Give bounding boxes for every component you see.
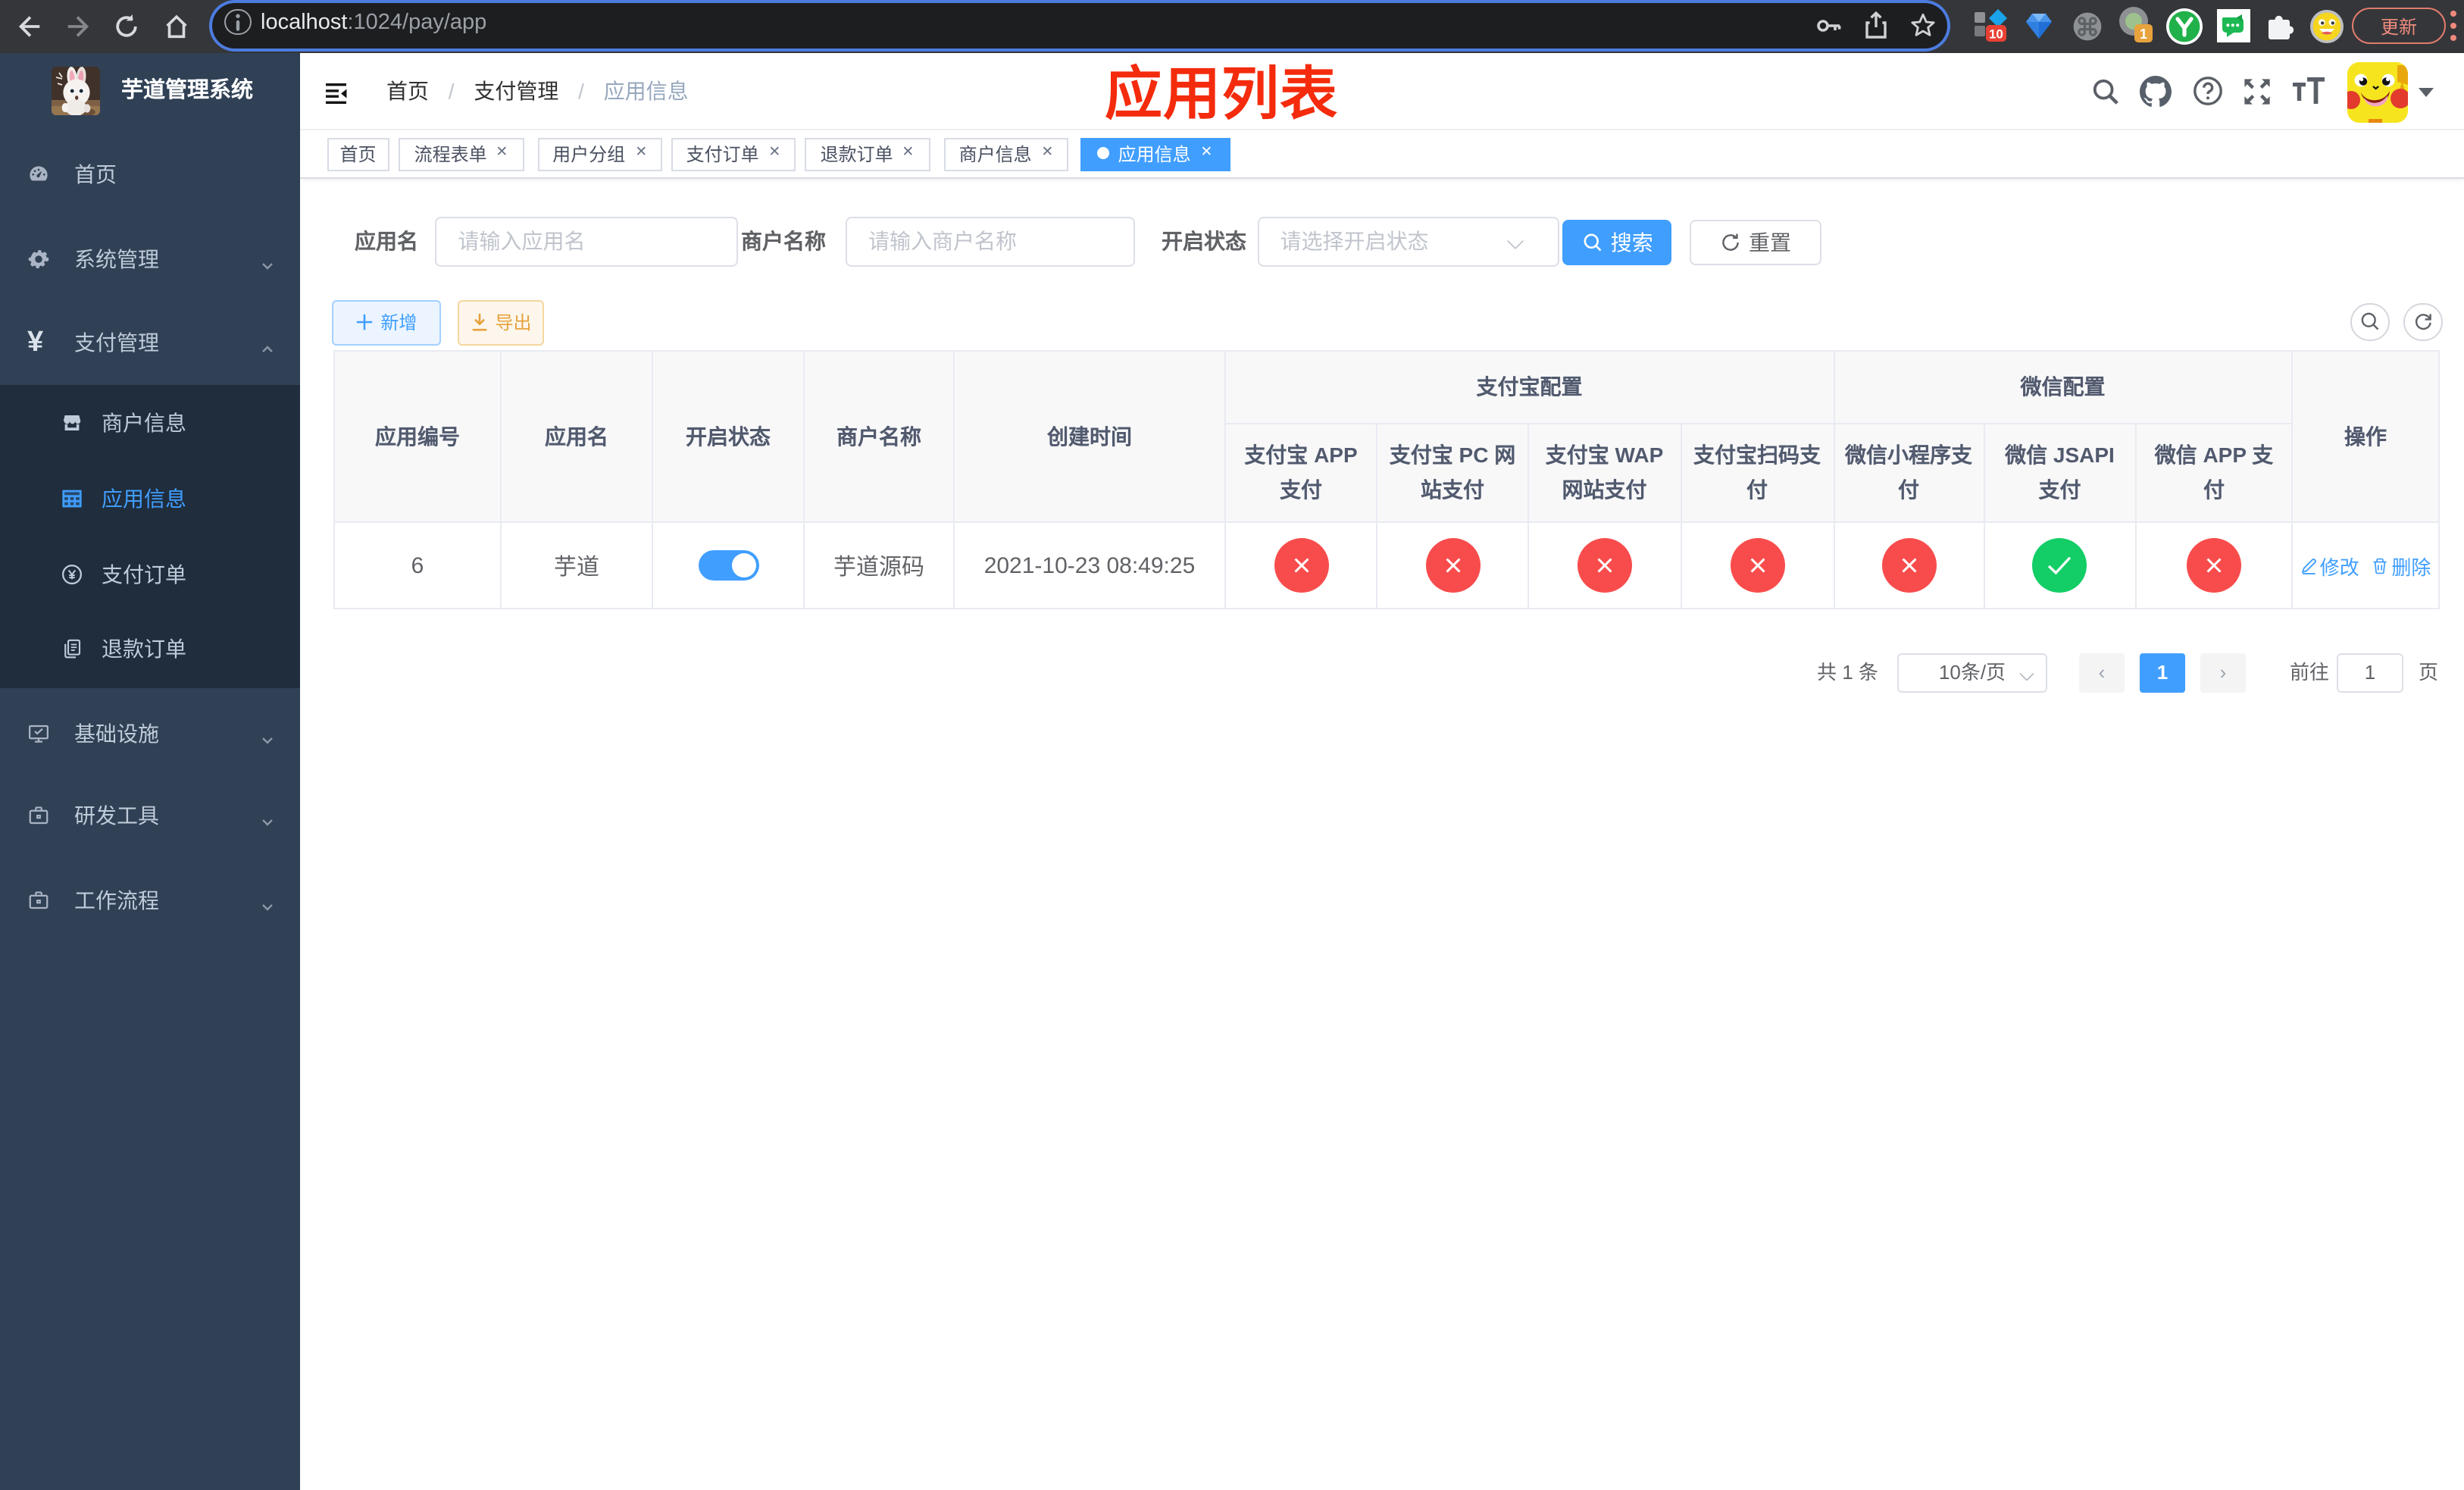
svg-text:1: 1 (2140, 27, 2147, 42)
svg-text:10: 10 (1988, 27, 2003, 42)
